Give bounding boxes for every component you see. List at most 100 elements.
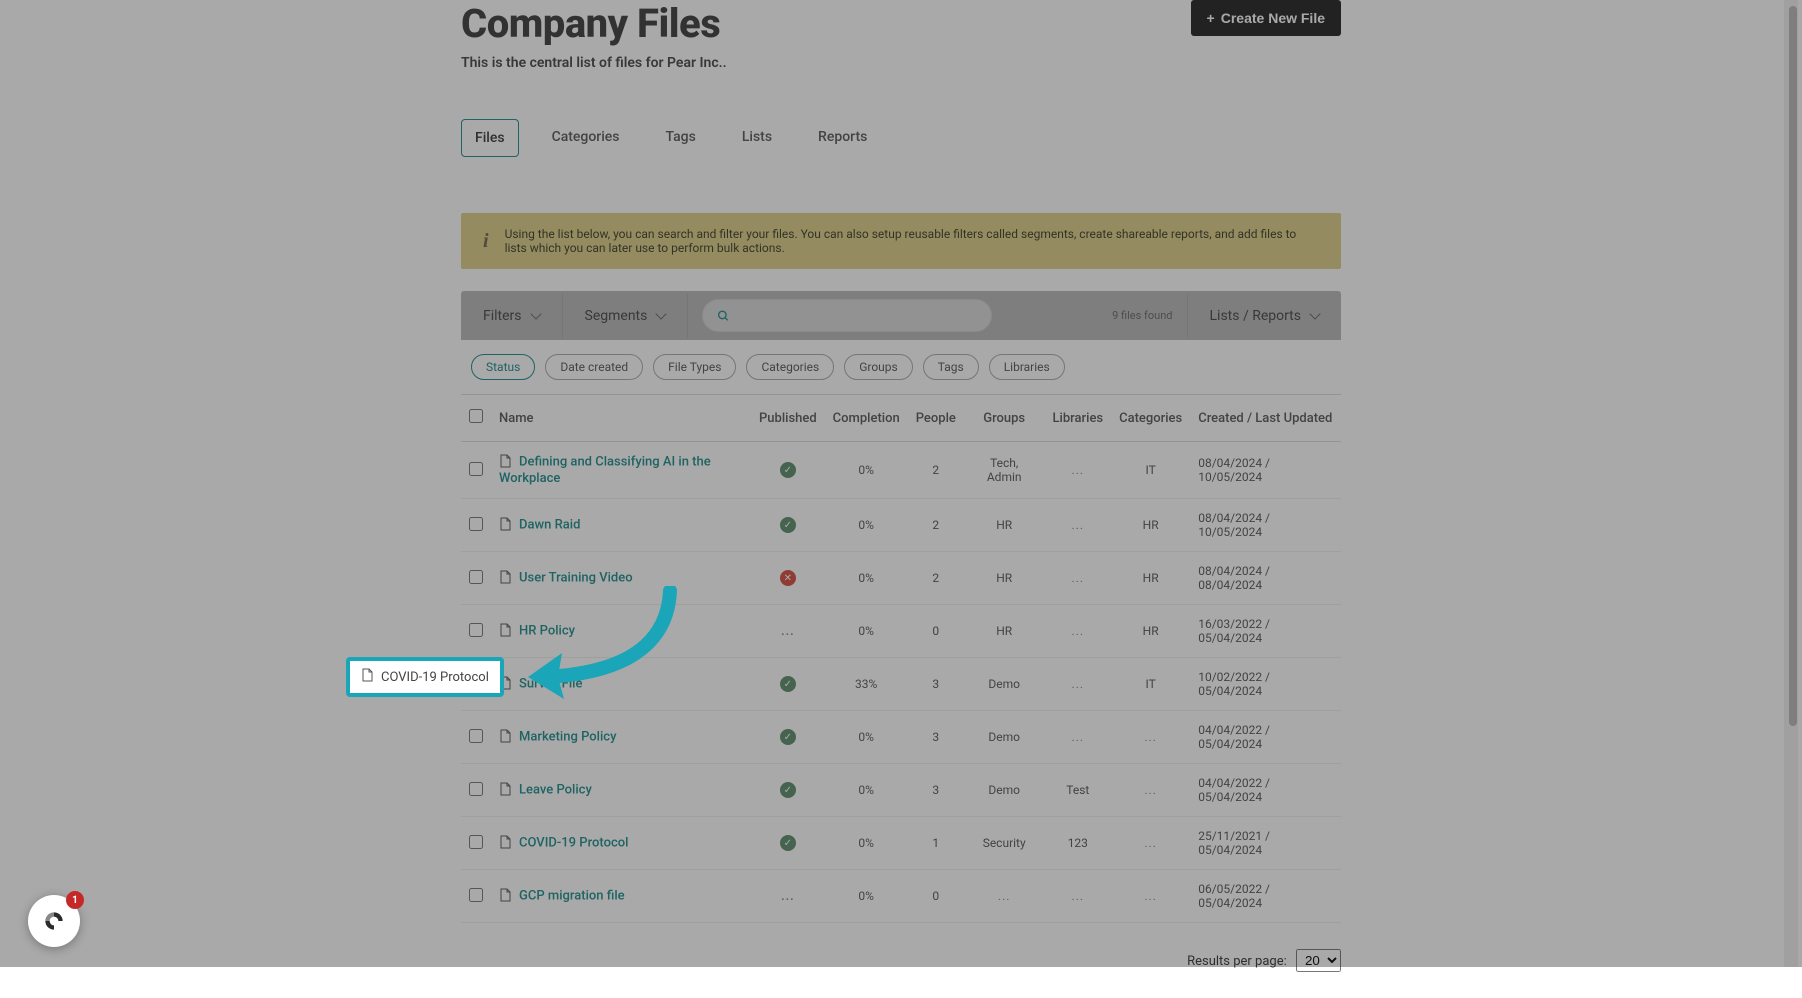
table-row: User Training Video✕0%2HR...HR08/04/2024… xyxy=(461,552,1341,605)
row-checkbox[interactable] xyxy=(469,570,483,584)
chip-categories[interactable]: Categories xyxy=(746,354,834,380)
chip-tags[interactable]: Tags xyxy=(923,354,979,380)
highlight-text: COVID-19 Protocol xyxy=(381,670,489,685)
col-created-last-updated[interactable]: Created / Last Updated xyxy=(1190,395,1341,442)
cell-categories: ... xyxy=(1111,870,1190,923)
col-name[interactable]: Name xyxy=(491,395,751,442)
cell-libraries: 123 xyxy=(1045,817,1112,870)
cell-dates: 08/04/2024 / 10/05/2024 xyxy=(1190,442,1341,499)
cell-categories: IT xyxy=(1111,658,1190,711)
file-icon xyxy=(499,623,511,640)
file-link[interactable]: GCP migration file xyxy=(519,888,625,903)
select-all-checkbox[interactable] xyxy=(469,409,483,423)
col-libraries[interactable]: Libraries xyxy=(1045,395,1112,442)
row-checkbox[interactable] xyxy=(469,835,483,849)
status-published-icon: ✓ xyxy=(780,462,796,478)
table-row: Dawn Raid✓0%2HR...HR08/04/2024 / 10/05/2… xyxy=(461,499,1341,552)
cell-libraries: ... xyxy=(1045,711,1112,764)
tab-lists[interactable]: Lists xyxy=(729,119,785,157)
tab-files[interactable]: Files xyxy=(461,119,519,157)
search-icon xyxy=(717,309,730,323)
cell-dates: 25/11/2021 / 05/04/2024 xyxy=(1190,817,1341,870)
col-people[interactable]: People xyxy=(908,395,964,442)
file-link[interactable]: HR Policy xyxy=(519,623,575,638)
chip-libraries[interactable]: Libraries xyxy=(989,354,1065,380)
search-input[interactable] xyxy=(738,308,977,323)
status-none: ... xyxy=(781,889,794,903)
table-row: Leave Policy✓0%3DemoTest...04/04/2022 / … xyxy=(461,764,1341,817)
row-checkbox[interactable] xyxy=(469,623,483,637)
lists-label: Lists / Reports xyxy=(1210,308,1302,324)
file-link[interactable]: Leave Policy xyxy=(519,782,592,797)
cell-groups: Demo xyxy=(964,658,1045,711)
filters-dropdown[interactable]: Filters xyxy=(461,294,563,338)
row-checkbox[interactable] xyxy=(469,462,483,476)
row-checkbox[interactable] xyxy=(469,888,483,902)
file-link[interactable]: Dawn Raid xyxy=(519,517,580,532)
file-icon xyxy=(499,517,511,534)
row-checkbox[interactable] xyxy=(469,729,483,743)
row-checkbox[interactable] xyxy=(469,517,483,531)
file-icon xyxy=(499,835,511,852)
filters-label: Filters xyxy=(483,308,522,324)
cell-groups: HR xyxy=(964,605,1045,658)
cell-people: 3 xyxy=(908,711,964,764)
table-row: Defining and Classifying AI in the Workp… xyxy=(461,442,1341,499)
cell-completion: 0% xyxy=(825,764,908,817)
chip-date-created[interactable]: Date created xyxy=(545,354,643,380)
file-link[interactable]: Marketing Policy xyxy=(519,729,616,744)
segments-label: Segments xyxy=(585,308,648,324)
results-count: 9 files found xyxy=(1098,309,1186,322)
cell-completion: 0% xyxy=(825,605,908,658)
tab-categories[interactable]: Categories xyxy=(539,119,633,157)
col-categories[interactable]: Categories xyxy=(1111,395,1190,442)
file-icon xyxy=(499,888,511,905)
cell-people: 2 xyxy=(908,552,964,605)
create-btn-label: Create New File xyxy=(1221,10,1325,26)
tab-reports[interactable]: Reports xyxy=(805,119,880,157)
cell-completion: 0% xyxy=(825,499,908,552)
col-groups[interactable]: Groups xyxy=(964,395,1045,442)
create-new-file-button[interactable]: + Create New File xyxy=(1191,0,1341,36)
file-icon xyxy=(361,668,373,686)
segments-dropdown[interactable]: Segments xyxy=(563,294,689,338)
chip-groups[interactable]: Groups xyxy=(844,354,913,380)
search-input-wrap[interactable] xyxy=(702,299,992,332)
file-link[interactable]: Defining and Classifying AI in the Workp… xyxy=(499,455,711,486)
file-link[interactable]: Survey File xyxy=(519,676,582,691)
row-checkbox[interactable] xyxy=(469,782,483,796)
info-icon: i xyxy=(483,230,489,253)
file-link[interactable]: User Training Video xyxy=(519,570,633,585)
cell-groups: ... xyxy=(964,870,1045,923)
col-completion[interactable]: Completion xyxy=(825,395,908,442)
status-published-icon: ✓ xyxy=(780,835,796,851)
file-link[interactable]: COVID-19 Protocol xyxy=(519,835,628,850)
cell-dates: 16/03/2022 / 05/04/2024 xyxy=(1190,605,1341,658)
table-row: HR Policy...0%0HR...HR16/03/2022 / 05/04… xyxy=(461,605,1341,658)
cell-categories: HR xyxy=(1111,552,1190,605)
cell-completion: 33% xyxy=(825,658,908,711)
file-icon xyxy=(499,782,511,799)
cell-groups: Demo xyxy=(964,764,1045,817)
cell-libraries: ... xyxy=(1045,870,1112,923)
cell-groups: Demo xyxy=(964,711,1045,764)
scrollbar-thumb[interactable] xyxy=(1789,6,1797,726)
page-subtitle: This is the central list of files for Pe… xyxy=(461,55,727,71)
table-row: Marketing Policy✓0%3Demo......04/04/2022… xyxy=(461,711,1341,764)
cell-completion: 0% xyxy=(825,817,908,870)
lists-reports-dropdown[interactable]: Lists / Reports xyxy=(1187,294,1342,338)
page-size-select[interactable]: 20 xyxy=(1296,949,1341,972)
cell-dates: 10/02/2022 / 05/04/2024 xyxy=(1190,658,1341,711)
cell-people: 3 xyxy=(908,764,964,817)
plus-icon: + xyxy=(1207,10,1215,26)
table-row: COVID-19 Protocol✓0%1Security123...25/11… xyxy=(461,817,1341,870)
highlight-callout: COVID-19 Protocol xyxy=(346,657,504,697)
status-published-icon: ✓ xyxy=(780,517,796,533)
cell-completion: 0% xyxy=(825,711,908,764)
chip-status[interactable]: Status xyxy=(471,354,535,380)
chip-file-types[interactable]: File Types xyxy=(653,354,736,380)
help-widget[interactable]: 1 xyxy=(28,895,80,947)
tab-tags[interactable]: Tags xyxy=(653,119,709,157)
col-published[interactable]: Published xyxy=(751,395,825,442)
cell-libraries: ... xyxy=(1045,605,1112,658)
